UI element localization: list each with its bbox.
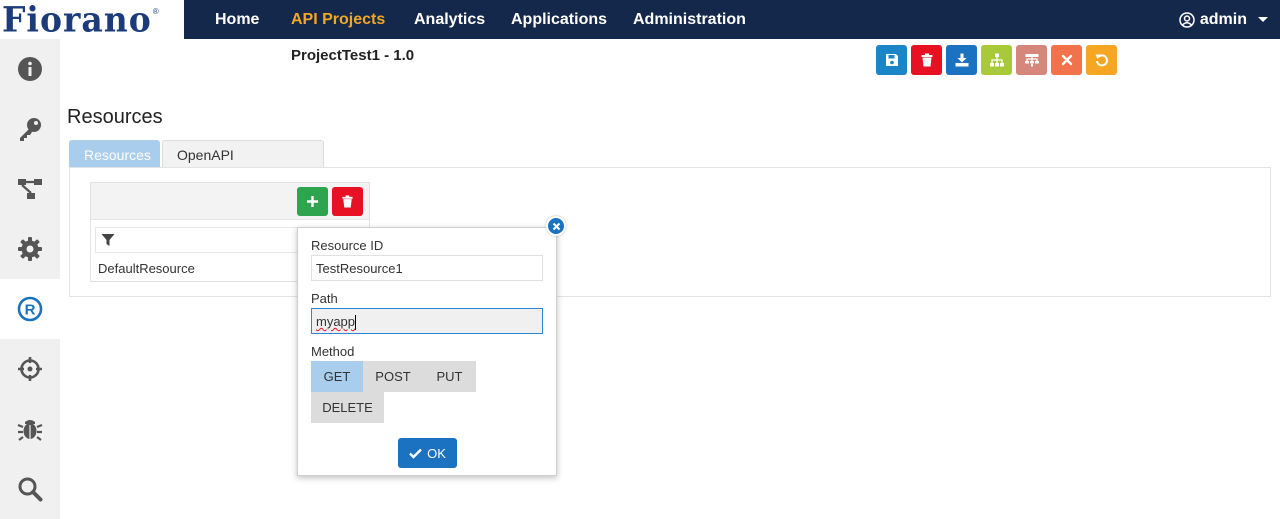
logo[interactable]: Fiorano ® — [0, 0, 184, 39]
nav-home[interactable]: Home — [215, 0, 259, 39]
trash-icon — [342, 195, 353, 208]
path-field[interactable]: myapp — [311, 308, 543, 334]
save-icon — [885, 54, 898, 66]
resource-list-header — [91, 183, 369, 220]
method-delete-button[interactable]: DELETE — [311, 392, 384, 423]
sidebar-item-keys[interactable] — [0, 99, 60, 159]
sidebar: R — [0, 39, 60, 519]
hierarchy-button[interactable] — [1016, 45, 1047, 75]
filter-icon — [101, 234, 115, 246]
chevron-down-icon — [1258, 17, 1268, 22]
user-circle-icon — [1179, 11, 1195, 28]
trash-icon — [921, 53, 932, 67]
sitemap-button[interactable] — [981, 45, 1012, 75]
path-label: Path — [311, 291, 338, 306]
check-icon — [409, 448, 422, 459]
registered-icon: R — [17, 296, 43, 322]
user-menu[interactable]: admin — [1179, 0, 1268, 39]
sidebar-item-settings[interactable] — [0, 219, 60, 279]
tab-resources[interactable]: Resources — [69, 140, 160, 168]
ok-button[interactable]: OK — [398, 438, 457, 468]
method-get-button[interactable]: GET — [311, 361, 363, 392]
method-post-button[interactable]: POST — [363, 361, 423, 392]
close-project-button[interactable] — [1051, 45, 1082, 75]
download-icon — [955, 53, 968, 67]
bug-icon — [17, 420, 43, 441]
flow-icon — [18, 179, 42, 199]
tab-openapi-components[interactable]: OpenAPI Components — [162, 140, 324, 192]
key-icon — [20, 118, 41, 141]
close-icon — [552, 222, 560, 230]
sidebar-item-search[interactable] — [0, 459, 60, 519]
nav-analytics[interactable]: Analytics — [414, 0, 485, 39]
project-toolbar — [876, 45, 1117, 75]
crosshair-icon — [18, 357, 42, 381]
top-nav-bar: Fiorano ® Home API Projects Analytics Ap… — [0, 0, 1280, 39]
delete-project-button[interactable] — [911, 45, 942, 75]
svg-text:R: R — [25, 302, 36, 319]
text-cursor — [355, 315, 357, 331]
nav-administration[interactable]: Administration — [633, 0, 746, 39]
section-title: Resources — [67, 106, 163, 128]
logo-text: Fiorano — [2, 0, 152, 40]
method-put-button[interactable]: PUT — [423, 361, 476, 392]
method-label: Method — [311, 344, 355, 359]
sidebar-item-debug[interactable] — [0, 399, 60, 459]
info-icon — [18, 57, 42, 81]
gear-icon — [18, 237, 42, 261]
download-button[interactable] — [946, 45, 977, 75]
ok-label: OK — [427, 445, 446, 461]
list-item[interactable]: DefaultResource — [98, 261, 195, 276]
save-button[interactable] — [876, 45, 907, 75]
hierarchy-icon — [1024, 54, 1039, 67]
close-popup-button[interactable] — [546, 216, 566, 236]
sitemap-icon — [989, 53, 1004, 67]
undo-icon — [1095, 54, 1108, 67]
sidebar-item-resources[interactable]: R — [0, 279, 60, 339]
search-icon — [18, 477, 43, 502]
nav-api-projects[interactable]: API Projects — [291, 0, 385, 39]
resource-id-label: Resource ID — [311, 238, 384, 253]
resource-id-value: TestResource1 — [316, 261, 403, 276]
plus-icon — [307, 196, 318, 207]
add-resource-button[interactable] — [297, 187, 328, 216]
resource-id-field[interactable]: TestResource1 — [311, 255, 543, 281]
delete-resource-button[interactable] — [332, 187, 363, 216]
path-value: myapp — [316, 314, 356, 329]
nav-applications[interactable]: Applications — [511, 0, 607, 39]
undo-button[interactable] — [1086, 45, 1117, 75]
close-icon — [1061, 54, 1072, 66]
registered-mark: ® — [152, 7, 159, 16]
project-title: ProjectTest1 - 1.0 — [291, 47, 415, 64]
sidebar-item-target[interactable] — [0, 339, 60, 399]
sidebar-item-flows[interactable] — [0, 159, 60, 219]
user-name: admin — [1199, 10, 1247, 28]
sidebar-item-info[interactable] — [0, 39, 60, 99]
add-resource-popup: Resource ID TestResource1 Path myapp Met… — [297, 227, 557, 476]
